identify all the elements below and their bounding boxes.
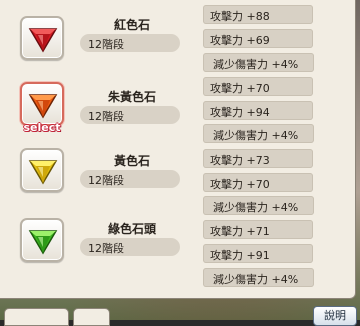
gem-slot-yellow[interactable] <box>20 148 64 192</box>
stat-row: 減少傷害力 +4% <box>203 124 314 143</box>
stat-text: 攻擊力 +73 <box>210 154 270 167</box>
stat-text: 攻擊力 +94 <box>210 106 270 119</box>
gem-item-green: 綠色石頭 12階段 <box>0 212 200 284</box>
gem-slot-red[interactable] <box>20 16 64 60</box>
stat-text: 減少傷害力 +4% <box>213 58 299 71</box>
gem-slot-green[interactable] <box>20 218 64 262</box>
stat-row: 攻擊力 +73 <box>203 149 313 168</box>
gem-level-badge: 12階段 <box>80 34 180 52</box>
stat-text: 攻擊力 +70 <box>210 178 270 191</box>
gem-level: 12階段 <box>88 110 124 123</box>
stat-text: 減少傷害力 +4% <box>213 273 299 286</box>
stat-row: 攻擊力 +71 <box>203 220 313 239</box>
stat-text: 減少傷害力 +4% <box>213 201 299 214</box>
help-button[interactable]: 說明 <box>313 306 357 326</box>
green-gem-icon <box>28 230 58 255</box>
stat-text: 攻擊力 +71 <box>210 225 270 238</box>
gem-slot-orange[interactable] <box>20 82 64 126</box>
gem-name: 黃色石 <box>113 154 150 168</box>
gem-name: 紅色石 <box>113 18 150 32</box>
stat-row: 攻擊力 +69 <box>203 29 313 48</box>
stat-row: 減少傷害力 +4% <box>203 53 314 72</box>
stat-text: 攻擊力 +91 <box>210 249 270 262</box>
stat-row: 減少傷害力 +4% <box>203 196 314 215</box>
gem-level: 12階段 <box>88 242 124 255</box>
gem-stats-panel: 紅色石 12階段 攻擊力 +88 攻擊力 +69 減少傷害力 +4% selec… <box>0 0 356 299</box>
stat-row: 攻擊力 +94 <box>203 101 313 120</box>
stat-row: 攻擊力 +91 <box>203 244 313 263</box>
stat-text: 攻擊力 +88 <box>210 10 270 23</box>
gem-level-badge: 12階段 <box>80 106 180 124</box>
tab-right[interactable] <box>73 308 110 326</box>
stat-row: 攻擊力 +88 <box>203 5 313 24</box>
orange-gem-icon <box>28 94 58 119</box>
tab-left[interactable] <box>4 308 69 326</box>
gem-level-badge: 12階段 <box>80 170 180 188</box>
stat-row: 攻擊力 +70 <box>203 173 313 192</box>
stat-row: 攻擊力 +70 <box>203 77 313 96</box>
gem-level: 12階段 <box>88 174 124 187</box>
gem-item-orange: select 朱黃色石 12階段 <box>0 76 200 148</box>
gem-name: 朱黃色石 <box>107 90 156 104</box>
red-gem-icon <box>28 28 58 53</box>
gem-level-badge: 12階段 <box>80 238 180 256</box>
yellow-gem-icon <box>28 160 58 185</box>
stat-text: 減少傷害力 +4% <box>213 129 299 142</box>
gem-level: 12階段 <box>88 38 124 51</box>
stat-text: 攻擊力 +70 <box>210 82 270 95</box>
gem-item-yellow: 黃色石 12階段 <box>0 142 200 214</box>
selected-badge: select <box>23 121 61 134</box>
stat-text: 攻擊力 +69 <box>210 34 270 47</box>
gem-name: 綠色石頭 <box>107 222 156 236</box>
stat-row: 減少傷害力 +4% <box>203 268 314 287</box>
gem-item-red: 紅色石 12階段 <box>0 10 200 82</box>
